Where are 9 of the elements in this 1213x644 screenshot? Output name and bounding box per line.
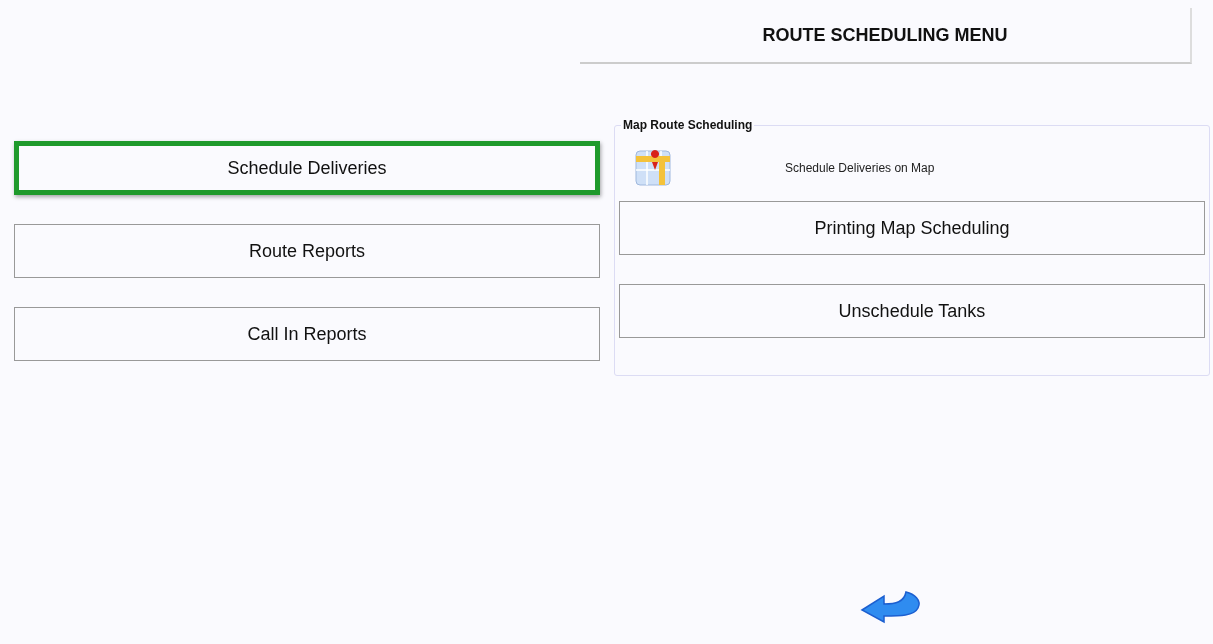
menu-title: ROUTE SCHEDULING MENU [580,8,1192,64]
menu-button[interactable]: Call In Reports [14,307,600,361]
map-item-label[interactable]: Schedule Deliveries on Map [785,161,935,175]
group-legend: Map Route Scheduling [621,118,755,132]
menu-button[interactable]: Unschedule Tanks [619,284,1205,338]
menu-button[interactable]: Schedule Deliveries [14,141,600,195]
menu-button[interactable]: Printing Map Scheduling [619,201,1205,255]
menu-button[interactable]: Route Reports [14,224,600,278]
map-icon[interactable] [635,150,671,186]
